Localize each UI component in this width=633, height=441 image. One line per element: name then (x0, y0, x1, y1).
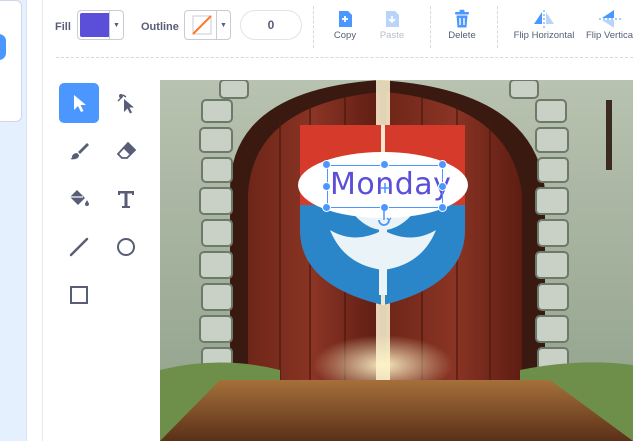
eraser-icon (116, 141, 137, 159)
resize-handle[interactable] (322, 182, 331, 191)
flip-vertical-label: Flip Vertica (586, 30, 633, 41)
toolbar-divider (430, 6, 431, 48)
reshape-icon (117, 94, 134, 114)
copy-button[interactable]: Copy (328, 8, 362, 48)
toolbar-divider (313, 6, 314, 48)
circle-tool[interactable] (106, 227, 146, 267)
no-outline-swatch (187, 13, 217, 37)
paste-label: Paste (379, 30, 405, 41)
flip-vertical-button[interactable]: Flip Vertica (586, 8, 633, 48)
rectangle-tool[interactable] (59, 275, 99, 315)
outline-width-input[interactable]: 0 (240, 10, 302, 40)
resize-handle[interactable] (438, 182, 447, 191)
drawing-canvas[interactable] (160, 80, 633, 441)
move-handle-icon[interactable] (380, 180, 390, 193)
line-tool[interactable] (59, 227, 99, 267)
copy-icon (337, 8, 353, 30)
delete-button[interactable]: Delete (444, 8, 480, 48)
scroll-handle[interactable] (0, 34, 6, 60)
fill-color-picker[interactable]: ▼ (77, 10, 124, 40)
resize-handle[interactable] (438, 160, 447, 169)
flip-horizontal-label: Flip Horizontal (513, 30, 575, 41)
arrow-cursor-icon (74, 95, 86, 112)
circle-icon (117, 238, 135, 256)
resize-handle[interactable] (438, 203, 447, 212)
resize-handle[interactable] (322, 203, 331, 212)
paste-icon (384, 8, 400, 30)
flip-horizontal-icon (533, 8, 555, 30)
chevron-down-icon: ▼ (109, 11, 123, 39)
castle-gate-backdrop (160, 80, 633, 441)
select-tool[interactable] (59, 83, 99, 123)
line-icon (69, 237, 89, 257)
flip-horizontal-button[interactable]: Flip Horizontal (510, 8, 578, 48)
chevron-down-icon: ▼ (216, 11, 230, 39)
fill-swatch (80, 13, 110, 37)
left-panel-strip (0, 0, 27, 441)
resize-handle[interactable] (322, 160, 331, 169)
eraser-tool[interactable] (106, 131, 146, 171)
rotate-handle-icon[interactable] (376, 210, 392, 228)
left-panel-card (0, 0, 22, 122)
toolbar-divider (56, 57, 633, 58)
flip-vertical-icon (586, 8, 633, 30)
brush-icon (70, 143, 89, 160)
outline-color-picker[interactable]: ▼ (184, 10, 231, 40)
paste-button[interactable]: Paste (375, 8, 409, 48)
toolbar-divider (497, 6, 498, 48)
copy-label: Copy (333, 30, 357, 41)
fill-label: Fill (55, 21, 71, 33)
trash-icon (453, 8, 471, 30)
text-tool[interactable] (106, 179, 146, 219)
resize-handle[interactable] (380, 160, 389, 169)
delete-label: Delete (448, 30, 476, 41)
paint-bucket-icon (70, 190, 89, 206)
outline-label: Outline (141, 21, 179, 33)
brush-tool[interactable] (59, 131, 99, 171)
fill-tool[interactable] (59, 179, 99, 219)
text-icon (118, 191, 134, 208)
rectangle-icon (70, 286, 88, 304)
reshape-tool[interactable] (106, 83, 146, 123)
